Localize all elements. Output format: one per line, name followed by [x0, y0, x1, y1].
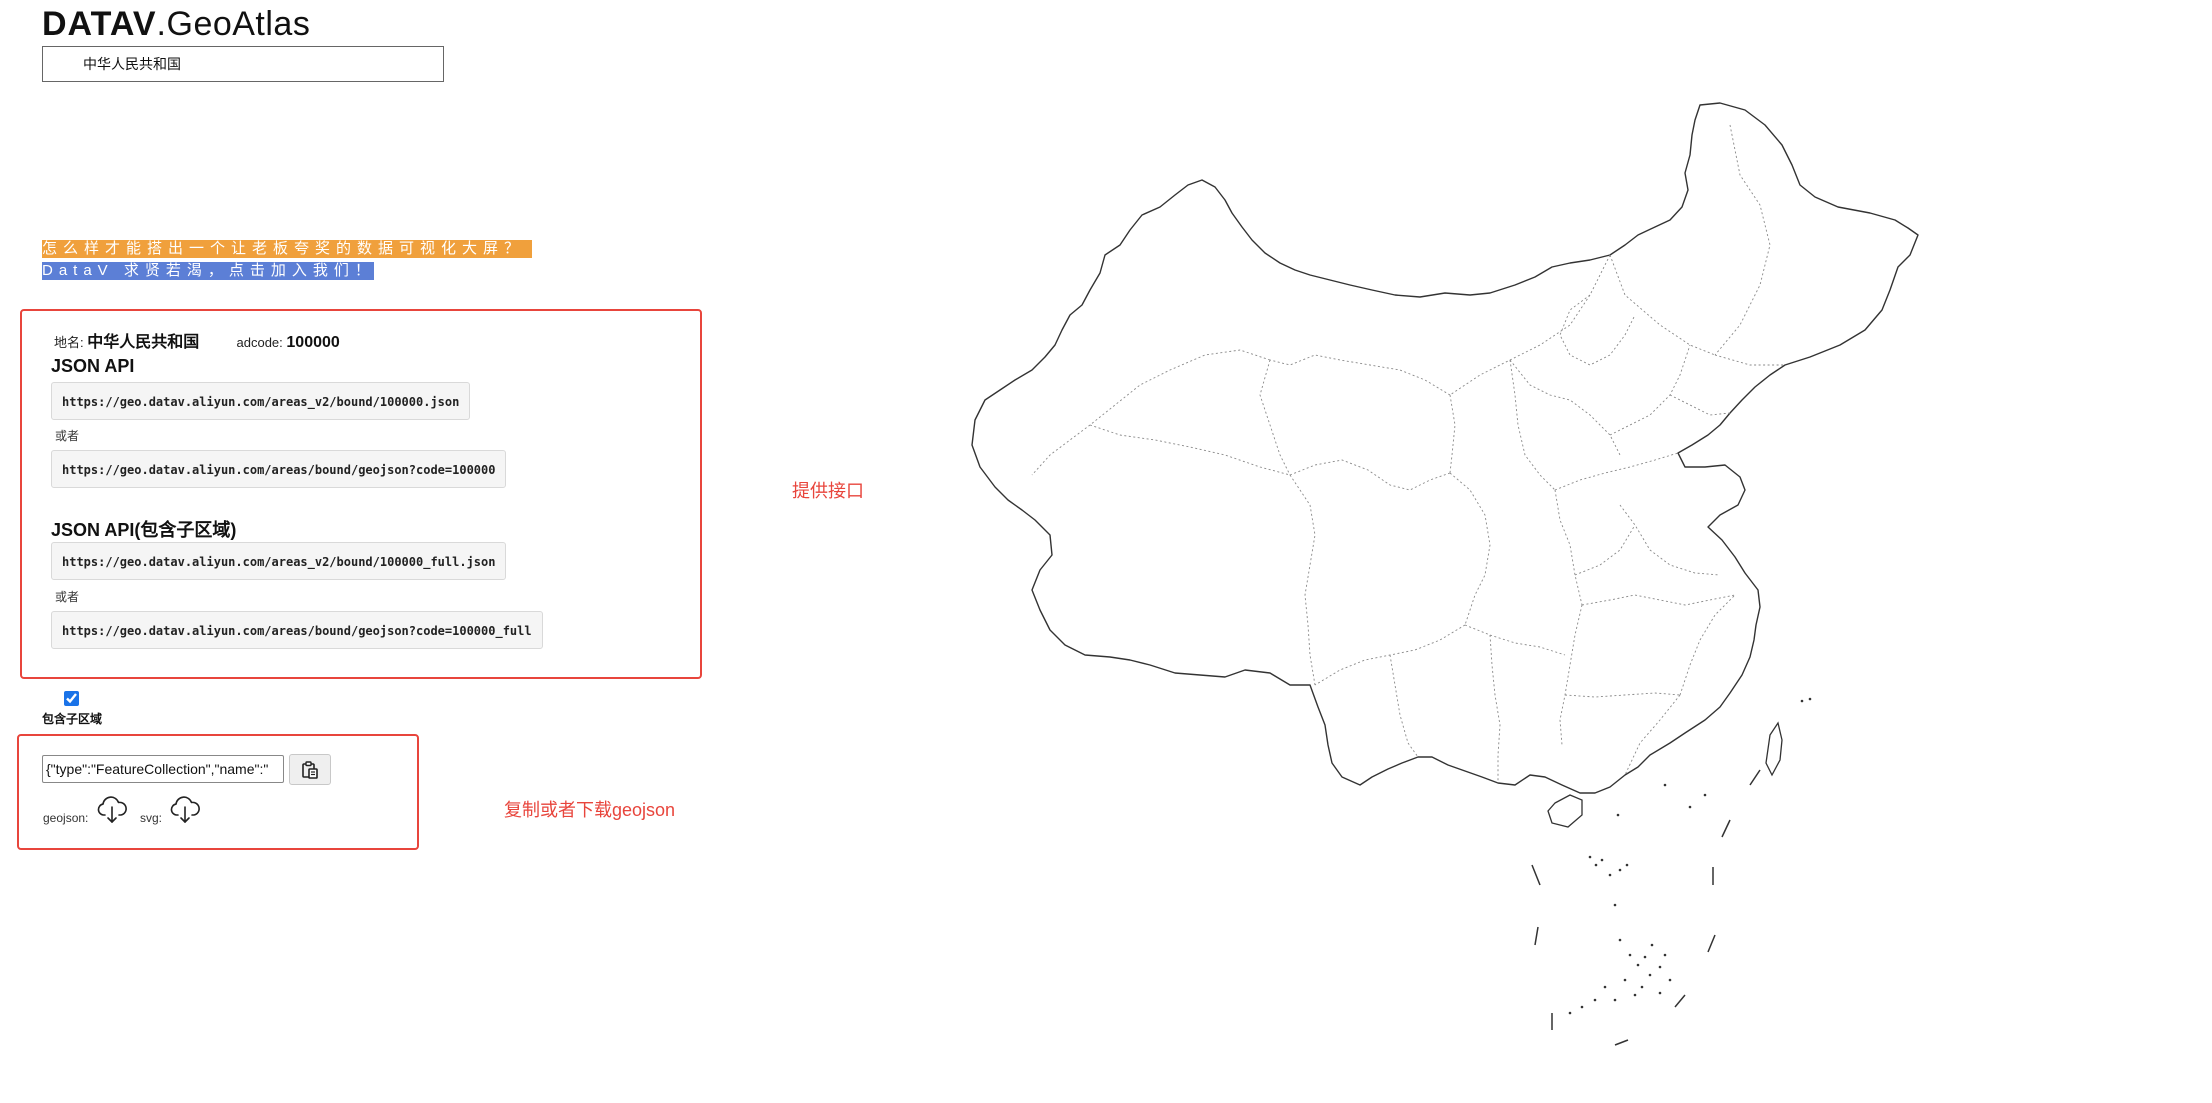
api-url-geojson-full[interactable]: https://geo.datav.aliyun.com/areas/bound…: [51, 611, 543, 649]
geoatlas-logo: DATAV.GeoAtlas: [42, 4, 310, 44]
api-url-bound-full[interactable]: https://geo.datav.aliyun.com/areas_v2/bo…: [51, 542, 507, 580]
china-map[interactable]: [970, 95, 1990, 1095]
adcode-label: adcode:: [236, 335, 283, 350]
download-highlight-box: [17, 734, 419, 850]
or-label: 或者: [55, 590, 80, 604]
json-api-title: JSON API: [51, 356, 135, 376]
adcode-value: 100000: [286, 334, 340, 351]
api-url-bound[interactable]: https://geo.datav.aliyun.com/areas_v2/bo…: [51, 382, 471, 420]
include-subregion-checkbox[interactable]: [64, 691, 79, 706]
geojson-output-field[interactable]: [42, 755, 284, 783]
api-url-geojson[interactable]: https://geo.datav.aliyun.com/areas/bound…: [51, 450, 507, 488]
annotation-provide-api: 提供接口: [792, 481, 864, 501]
region-search-input[interactable]: [42, 46, 444, 82]
name-value: 中华人民共和国: [87, 334, 200, 351]
logo-datav: DATAV: [42, 5, 157, 43]
logo-geoatlas: .GeoAtlas: [156, 5, 311, 43]
cloud-download-icon[interactable]: [169, 796, 201, 824]
svg-download-label: svg:: [140, 811, 163, 825]
clipboard-icon: [302, 760, 318, 779]
geojson-download-label: geojson:: [43, 811, 89, 825]
china-outline: [971, 102, 1919, 794]
promo-banner-join-us[interactable]: DataV 求贤若渴，点击加入我们！: [42, 262, 374, 280]
promo-banner-question[interactable]: 怎么样才能搭出一个让老板夸奖的数据可视化大屏？: [42, 240, 532, 258]
include-subregion-label: 包含子区域: [42, 712, 103, 726]
region-info: 地名: 中华人民共和国 adcode: 100000: [54, 328, 340, 352]
copy-geojson-button[interactable]: [289, 754, 331, 785]
name-label: 地名:: [54, 335, 84, 350]
cloud-download-icon[interactable]: [96, 796, 128, 824]
annotation-copy-download: 复制或者下载geojson: [504, 800, 676, 820]
json-api-full-title: JSON API(包含子区域): [51, 520, 237, 540]
or-label: 或者: [55, 429, 80, 443]
